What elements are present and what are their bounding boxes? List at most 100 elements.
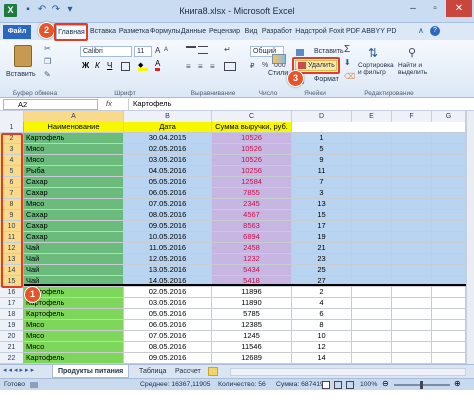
tab-review[interactable]: Рецензир xyxy=(207,25,242,39)
column-header-g[interactable]: G xyxy=(432,111,466,122)
normal-view-icon[interactable] xyxy=(322,381,330,389)
zoom-in-icon[interactable]: ⊕ xyxy=(454,379,461,388)
tab-formulas[interactable]: Формулы xyxy=(150,25,180,39)
header-cell-name[interactable]: Наименование xyxy=(24,122,124,133)
cell-empty-f[interactable] xyxy=(392,342,432,353)
header-cell-date[interactable]: Дата xyxy=(124,122,212,133)
grow-font-icon[interactable]: A xyxy=(155,46,160,55)
tab-foxit-pdf[interactable]: Foxit PDF xyxy=(328,25,361,39)
cell-empty-g[interactable] xyxy=(432,298,466,309)
formula-input[interactable]: Картофель xyxy=(128,99,468,110)
shrink-font-icon[interactable]: A xyxy=(164,47,168,53)
tab-developer[interactable]: Разработ xyxy=(260,25,294,39)
insert-function-icon[interactable]: fx xyxy=(106,99,126,110)
zoom-slider-thumb[interactable] xyxy=(420,381,423,389)
name-box[interactable]: A2 xyxy=(3,99,98,110)
row-header[interactable]: 21 xyxy=(0,342,24,353)
cell-empty-f[interactable] xyxy=(392,331,432,342)
underline-icon[interactable]: Ч xyxy=(107,61,112,70)
cell-empty-g[interactable] xyxy=(432,342,466,353)
cell-order[interactable]: 6 xyxy=(292,309,352,320)
italic-icon[interactable]: К xyxy=(95,61,100,70)
tab-view[interactable]: Вид xyxy=(242,25,260,39)
cell-date[interactable]: 09.05.2016 xyxy=(124,353,212,364)
macro-record-icon[interactable] xyxy=(30,382,38,388)
cell-date[interactable]: 06.05.2016 xyxy=(124,320,212,331)
tab-data[interactable]: Данные xyxy=(180,25,207,39)
row-header[interactable]: 18 xyxy=(0,309,24,320)
sheet-tab-table[interactable]: Таблица xyxy=(134,365,171,378)
cell-empty-e[interactable] xyxy=(352,331,392,342)
row-header[interactable]: 19 xyxy=(0,320,24,331)
cell-empty-f[interactable] xyxy=(392,353,432,364)
copy-icon[interactable]: ❐ xyxy=(44,57,51,66)
cell-empty-e[interactable] xyxy=(352,287,392,298)
minimize-ribbon-icon[interactable]: ∧ xyxy=(418,26,424,35)
tab-file[interactable]: Файл xyxy=(3,25,31,39)
help-icon[interactable]: ? xyxy=(430,26,440,36)
sheet-tab-calc[interactable]: Рассчет xyxy=(170,365,206,378)
sort-filter-button[interactable]: ⇅ Сортировка и фильтр xyxy=(358,46,394,86)
cell-date[interactable]: 08.05.2016 xyxy=(124,342,212,353)
cell-empty-f[interactable] xyxy=(392,309,432,320)
cell-revenue[interactable]: 11890 xyxy=(212,298,292,309)
cell-empty-e[interactable] xyxy=(352,353,392,364)
row-header[interactable]: 17 xyxy=(0,298,24,309)
cell-order[interactable]: 4 xyxy=(292,298,352,309)
font-name-select[interactable]: Calibri xyxy=(80,46,132,57)
vertical-scrollbar[interactable] xyxy=(466,111,474,364)
cell-date[interactable]: 02.05.2016 xyxy=(124,287,212,298)
tab-abbyy-pdf[interactable]: ABBYY PD xyxy=(361,25,397,39)
font-size-select[interactable]: 11 xyxy=(134,46,152,57)
cell-date[interactable]: 03.05.2016 xyxy=(124,298,212,309)
cell-empty-g[interactable] xyxy=(432,320,466,331)
cell-revenue[interactable]: 12689 xyxy=(212,353,292,364)
font-color-icon[interactable]: A xyxy=(155,60,161,71)
close-button[interactable]: ✕ xyxy=(446,0,472,17)
row-header[interactable]: 16 xyxy=(0,287,24,298)
cell-name[interactable]: Картофель xyxy=(24,309,124,320)
row-header[interactable]: 20 xyxy=(0,331,24,342)
merge-center-icon[interactable] xyxy=(224,62,236,71)
column-header-c[interactable]: C xyxy=(212,111,292,122)
cell-empty-g[interactable] xyxy=(432,353,466,364)
cell-order[interactable]: 10 xyxy=(292,331,352,342)
tab-page-layout[interactable]: Разметка xyxy=(118,25,150,39)
clear-icon[interactable]: ⌫ xyxy=(344,72,355,81)
currency-icon[interactable]: ₽ xyxy=(250,62,254,70)
cell-empty-g[interactable] xyxy=(432,331,466,342)
paste-button[interactable]: Вставить xyxy=(6,43,40,85)
cell-empty-f[interactable] xyxy=(392,287,432,298)
format-cells-button[interactable]: Формат xyxy=(304,76,339,83)
fill-icon[interactable]: ⬇ xyxy=(344,58,351,67)
find-select-button[interactable]: ⚲ Найти и выделить xyxy=(398,46,432,86)
horizontal-scrollbar[interactable] xyxy=(230,368,466,376)
cell-order[interactable]: 12 xyxy=(292,342,352,353)
cell-empty-e[interactable] xyxy=(352,309,392,320)
maximize-button[interactable]: ▫ xyxy=(424,0,446,17)
column-header-a[interactable]: A xyxy=(24,111,124,122)
insert-cells-button[interactable]: Вставить xyxy=(304,48,344,55)
cell-date[interactable]: 05.05.2016 xyxy=(124,309,212,320)
header-cell-empty[interactable] xyxy=(292,122,466,133)
cell-empty-e[interactable] xyxy=(352,298,392,309)
align-middle-icon[interactable] xyxy=(198,46,208,54)
cell-name[interactable]: Мясо xyxy=(24,320,124,331)
cell-empty-e[interactable] xyxy=(352,320,392,331)
styles-button[interactable]: Стили xyxy=(268,48,290,88)
align-top-icon[interactable] xyxy=(186,46,196,54)
autosum-icon[interactable]: Σ xyxy=(344,44,350,55)
cell-revenue[interactable]: 1245 xyxy=(212,331,292,342)
column-header-b[interactable]: B xyxy=(124,111,212,122)
tab-addins[interactable]: Надстрой xyxy=(294,25,328,39)
page-break-view-icon[interactable] xyxy=(346,381,354,389)
cell-name[interactable]: Мясо xyxy=(24,342,124,353)
cell-empty-g[interactable] xyxy=(432,287,466,298)
row-header[interactable]: 22 xyxy=(0,353,24,364)
select-all-corner[interactable] xyxy=(0,111,24,122)
cell-order[interactable]: 2 xyxy=(292,287,352,298)
column-header-e[interactable]: E xyxy=(352,111,392,122)
cell-empty-e[interactable] xyxy=(352,342,392,353)
fill-color-icon[interactable]: ◆ xyxy=(138,61,148,71)
cell-date[interactable]: 07.05.2016 xyxy=(124,331,212,342)
